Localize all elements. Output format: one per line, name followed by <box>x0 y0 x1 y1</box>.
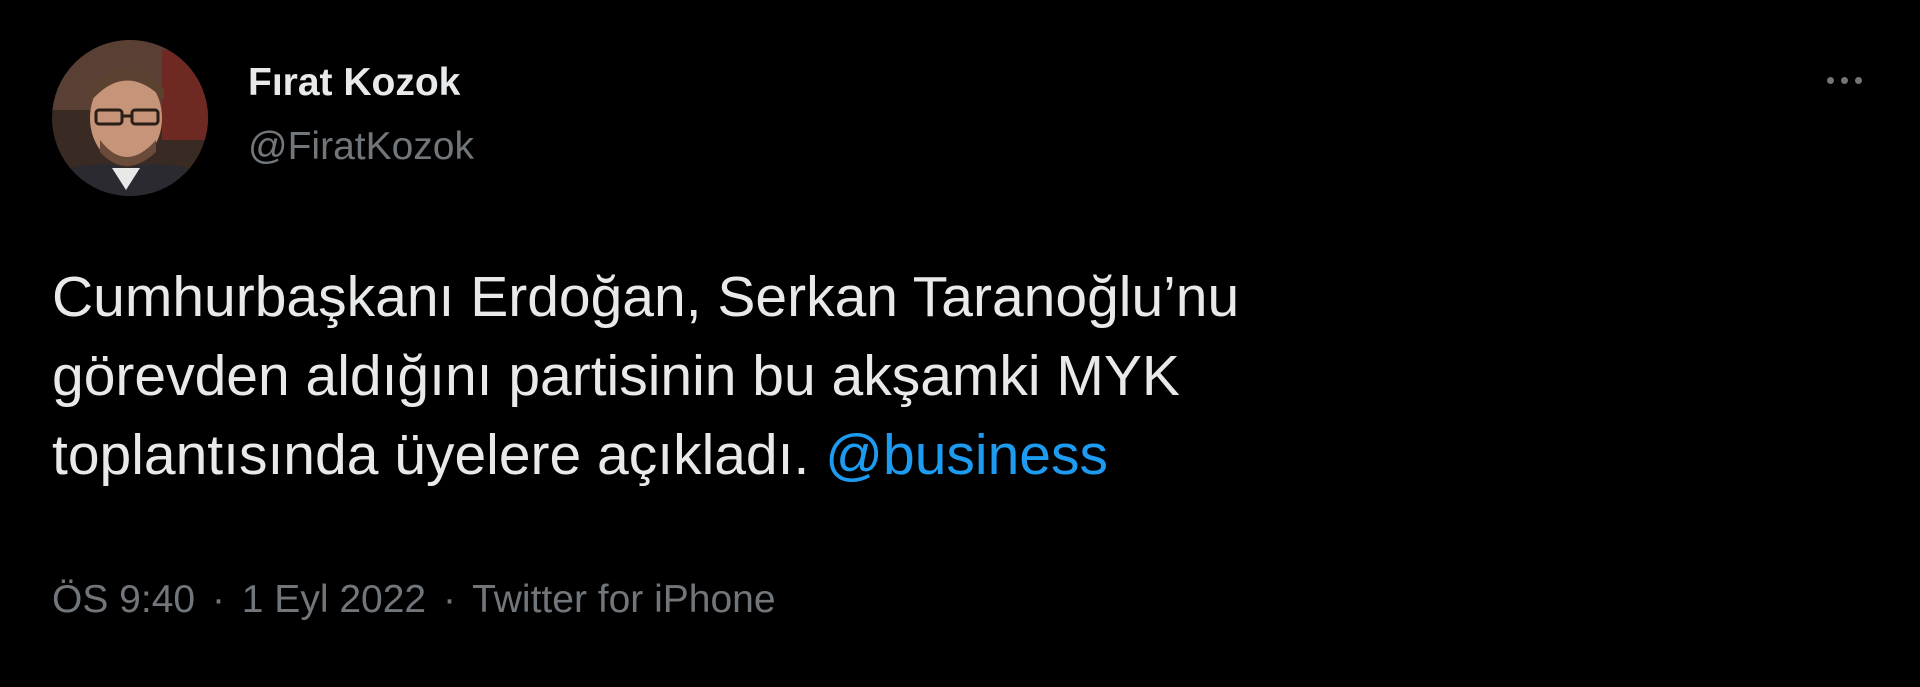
separator: · <box>442 578 456 621</box>
tweet-card: Fırat Kozok @FiratKozok Cumhurbaşkanı Er… <box>0 0 1920 687</box>
tweet-date[interactable]: 1 Eyl 2022 <box>242 578 426 621</box>
tweet-source[interactable]: Twitter for iPhone <box>472 578 775 621</box>
tweet-text: Cumhurbaşkanı Erdoğan, Serkan Taranoğlu’… <box>52 258 1672 495</box>
mention-link[interactable]: @business <box>825 423 1108 487</box>
separator: · <box>211 578 225 621</box>
more-horizontal-icon <box>1826 76 1862 84</box>
tweet-text-segment: toplantısında üyelere açıkladı. <box>52 423 810 487</box>
avatar[interactable] <box>52 40 208 196</box>
tweet-text-line: Cumhurbaşkanı Erdoğan, Serkan Taranoğlu’… <box>52 265 1240 329</box>
avatar-image <box>52 40 208 196</box>
tweet-metadata: ÖS 9:40 · 1 Eyl 2022 · Twitter for iPhon… <box>52 575 776 625</box>
tweet-text-line: toplantısında üyelere açıkladı. @busines… <box>52 416 1672 495</box>
author-handle[interactable]: @FiratKozok <box>248 122 474 172</box>
author-display-name[interactable]: Fırat Kozok <box>248 58 460 108</box>
tweet-text-line: görevden aldığını partisinin bu akşamki … <box>52 344 1180 408</box>
more-options-button[interactable] <box>1812 56 1876 104</box>
tweet-time[interactable]: ÖS 9:40 <box>52 578 195 621</box>
